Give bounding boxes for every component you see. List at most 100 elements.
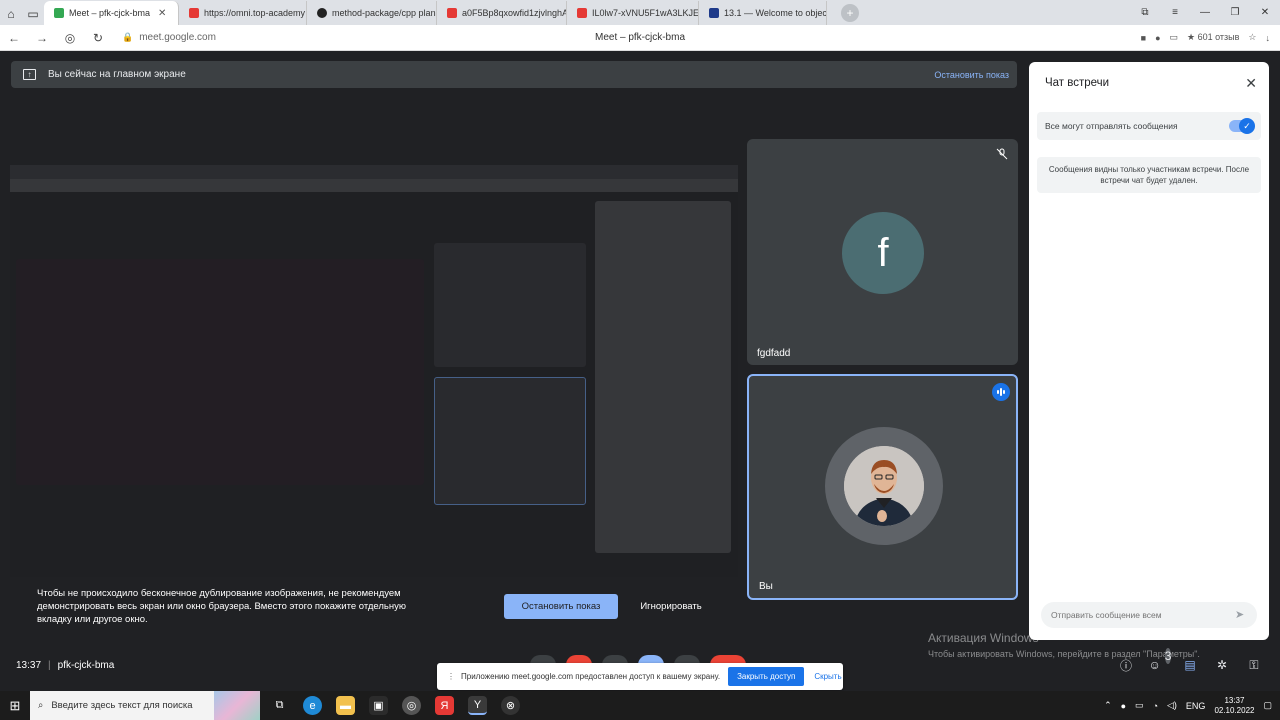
site-favicon-icon: [447, 8, 457, 18]
mirror-tab-bar: [10, 165, 738, 179]
chat-panel: Чат встречи ✕ Все могут отправлять сообщ…: [1029, 62, 1269, 640]
address-bar: ← → ◎ ↻ 🔒 meet.google.com Meet – pfk-cjc…: [0, 25, 1280, 51]
tab-welcome[interactable]: 13.1 — Welcome to object: [699, 1, 827, 25]
window-controls: ⧉ ≡ — ❐ ✕: [1130, 0, 1280, 25]
obs-icon[interactable]: ⊗: [501, 696, 520, 715]
volume-icon[interactable]: ◁): [1167, 700, 1177, 711]
chat-permission-row: Все могут отправлять сообщения ✓: [1037, 112, 1261, 140]
mirror-chat: [595, 201, 731, 553]
browser-menu-icon[interactable]: ⌂: [0, 3, 22, 25]
reload-icon[interactable]: ↻: [84, 31, 112, 45]
drag-handle-icon[interactable]: ⋮: [447, 672, 455, 681]
meeting-time: 13:37: [16, 660, 42, 671]
activities-icon[interactable]: ✲: [1214, 657, 1230, 673]
self-tile[interactable]: Вы: [747, 374, 1018, 600]
stop-sharing-button[interactable]: Закрыть доступ: [728, 667, 805, 686]
mic-icon[interactable]: ●: [1155, 33, 1160, 43]
maximize-icon[interactable]: ❐: [1220, 0, 1250, 25]
forward-icon[interactable]: →: [28, 31, 56, 45]
notifications-icon[interactable]: ▢: [1263, 700, 1272, 711]
wifi-icon[interactable]: ◔: [1153, 701, 1158, 711]
windows-taskbar: ⊞ ⌕ Введите здесь текст для поиска ⧉ e ▬…: [0, 691, 1280, 720]
mic-tray-icon[interactable]: ●: [1121, 701, 1126, 711]
windows-start-icon[interactable]: ⊞: [0, 691, 30, 720]
taskbar-search-placeholder: Введите здесь текст для поиска: [51, 700, 193, 711]
clock[interactable]: 13:37 02.10.2022: [1214, 696, 1254, 716]
camera-icon[interactable]: ■: [1141, 33, 1146, 43]
taskbar-search[interactable]: ⌕ Введите здесь текст для поиска: [30, 691, 260, 720]
site-favicon-icon: [709, 8, 719, 18]
speaking-indicator-icon: [992, 383, 1010, 401]
people-count-badge: 3: [1164, 648, 1172, 664]
ignore-button[interactable]: Игнорировать: [628, 594, 714, 619]
tab-a0f5[interactable]: a0F5Bp8qxowfid1zjvlnghA: [437, 1, 567, 25]
participant-tile[interactable]: f fgdfadd: [747, 139, 1018, 365]
download-icon[interactable]: ↓: [1266, 33, 1271, 43]
close-window-icon[interactable]: ✕: [1250, 0, 1280, 25]
tab-omni[interactable]: https://omni.top-academy: [179, 1, 307, 25]
yandex-browser-icon[interactable]: Y: [468, 696, 487, 715]
rating-badge[interactable]: ★ 601 отзыв: [1187, 32, 1239, 43]
people-icon[interactable]: ☺ 3: [1149, 648, 1172, 673]
collections-icon[interactable]: ⧉: [1130, 0, 1160, 25]
screen-share-mirror: [10, 165, 738, 577]
back-icon[interactable]: ←: [0, 31, 28, 45]
tab-il0lw[interactable]: IL0lw7-xVNU5F1wA3LKJEE: [567, 1, 699, 25]
close-icon[interactable]: ✕: [1245, 75, 1257, 92]
site-favicon-icon: [577, 8, 587, 18]
site-favicon-icon: [189, 8, 199, 18]
tab-label: method-package/cpp plan: [332, 8, 436, 18]
tab-groups-icon[interactable]: ▭: [22, 3, 44, 25]
edge-icon[interactable]: e: [303, 696, 322, 715]
task-view-icon[interactable]: ⧉: [270, 696, 289, 715]
chat-info-note: Сообщения видны только участникам встреч…: [1037, 157, 1261, 193]
meeting-side-controls: ⓘ ☺ 3 ▤ ✲ ⚿: [1118, 648, 1262, 673]
tab-label: a0F5Bp8qxowfid1zjvlnghA: [462, 8, 567, 18]
stop-presenting-button[interactable]: Остановить показ: [504, 594, 618, 619]
chat-message-input[interactable]: [1041, 602, 1257, 628]
tab-label: https://omni.top-academy: [204, 8, 306, 18]
info-icon[interactable]: ⓘ: [1118, 657, 1134, 673]
tab-label: Meet – pfk-cjck-bma: [69, 8, 151, 18]
language-indicator[interactable]: ENG: [1186, 701, 1206, 711]
banner-text: Вы сейчас на главном экране: [48, 69, 186, 80]
tray-chevron-icon[interactable]: ⌃: [1104, 700, 1112, 711]
system-tray: ⌃ ● ▭ ◔ ◁) ENG 13:37 02.10.2022 ▢: [1104, 691, 1272, 720]
github-icon: [317, 8, 327, 18]
shield-icon[interactable]: ◎: [56, 31, 84, 45]
store-icon[interactable]: ▣: [369, 696, 388, 715]
tab-github[interactable]: method-package/cpp plan: [307, 1, 437, 25]
bookmark-icon[interactable]: ☆: [1248, 32, 1256, 43]
yandex-icon[interactable]: Я: [435, 696, 454, 715]
duplication-warning: Чтобы не происходило бесконечное дублиро…: [37, 588, 407, 625]
mirror-tile: [434, 377, 586, 505]
tab-meet[interactable]: Meet – pfk-cjck-bma ✕: [44, 1, 179, 25]
url-field[interactable]: 🔒 meet.google.com: [122, 32, 216, 43]
avatar-ring: [825, 427, 943, 545]
chrome-icon[interactable]: ◎: [402, 696, 421, 715]
host-controls-icon[interactable]: ⚿: [1246, 657, 1262, 673]
menu-icon[interactable]: ≡: [1160, 0, 1190, 25]
banner-stop-link[interactable]: Остановить показ: [934, 70, 1009, 80]
network-icon[interactable]: ▭: [1135, 700, 1144, 711]
search-highlight-image: [214, 691, 260, 720]
new-tab-icon[interactable]: +: [841, 4, 859, 22]
screen-share-icon[interactable]: ▭: [1170, 32, 1179, 43]
presenting-banner: ↑ Вы сейчас на главном экране Остановить…: [11, 61, 1017, 88]
chat-permission-toggle[interactable]: ✓: [1229, 118, 1255, 134]
send-icon[interactable]: ➤: [1235, 608, 1244, 621]
mirror-tile: [434, 243, 586, 367]
mirror-address-bar: [10, 179, 738, 192]
minimize-icon[interactable]: —: [1190, 0, 1220, 25]
mic-off-icon: [996, 148, 1008, 160]
close-tab-icon[interactable]: ✕: [158, 8, 166, 19]
chat-permission-label: Все могут отправлять сообщения: [1045, 121, 1178, 131]
participant-name: Вы: [759, 581, 773, 592]
meet-favicon-icon: [54, 8, 64, 18]
tab-label: IL0lw7-xVNU5F1wA3LKJEE: [592, 8, 699, 18]
participant-name: fgdfadd: [757, 348, 791, 359]
chat-icon[interactable]: ▤: [1182, 657, 1198, 673]
file-explorer-icon[interactable]: ▬: [336, 696, 355, 715]
hide-notice-button[interactable]: Скрыть: [814, 672, 841, 681]
separator: |: [48, 660, 51, 671]
